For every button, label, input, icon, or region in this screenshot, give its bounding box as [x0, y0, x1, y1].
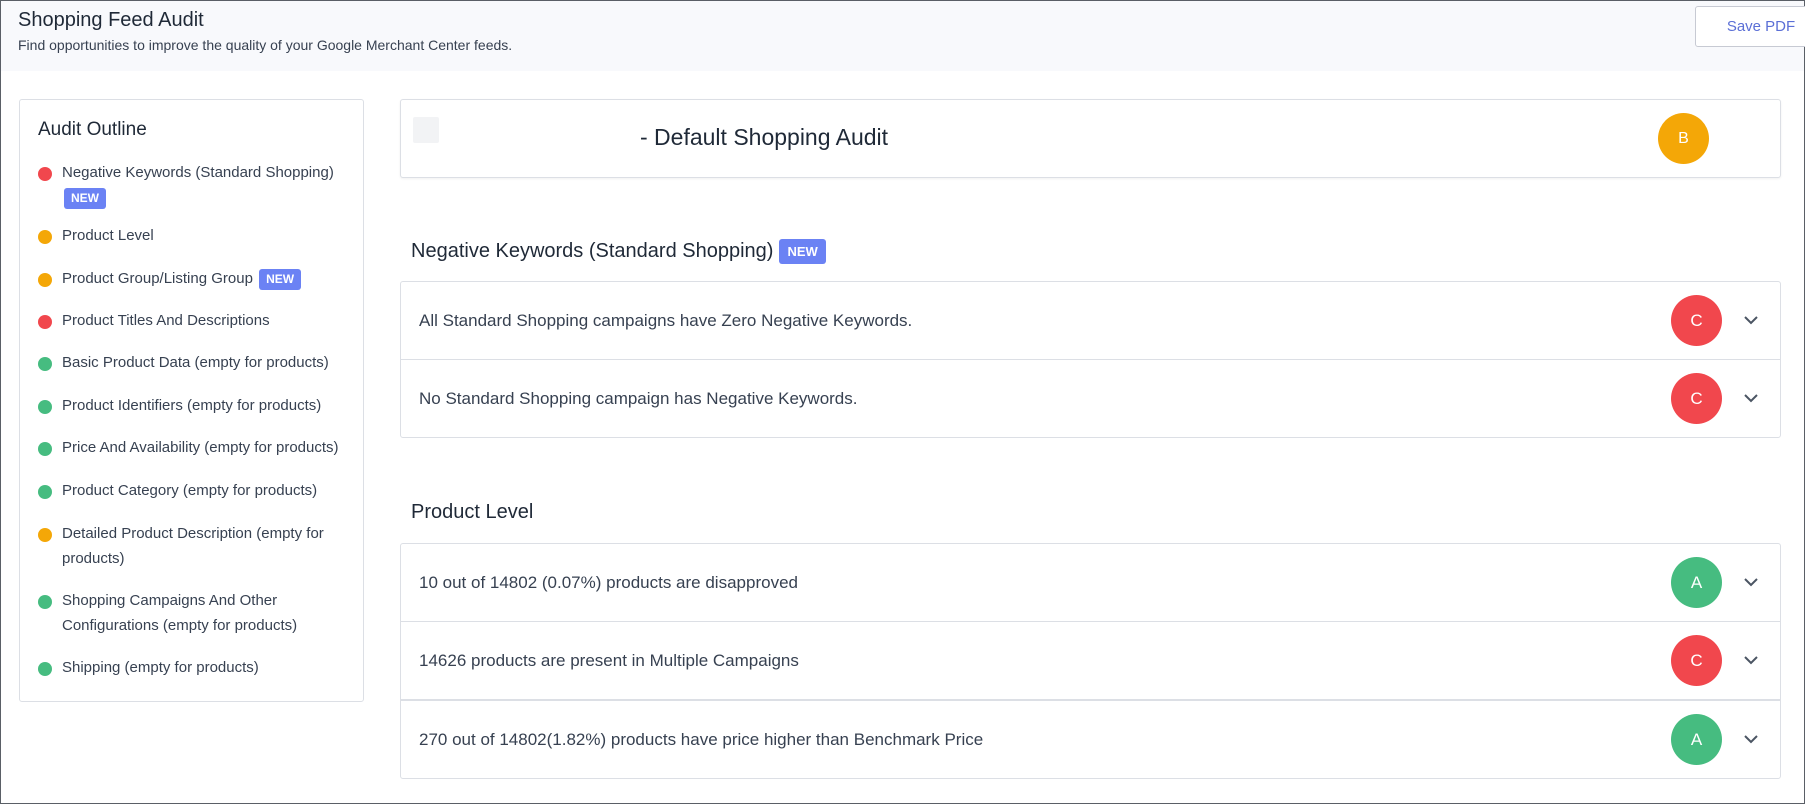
section-title-product-level: Product Level: [411, 501, 533, 524]
section-title-negative-keywords: Negative Keywords (Standard Shopping) NE…: [411, 239, 826, 264]
audit-row[interactable]: 10 out of 14802 (0.07%) products are dis…: [400, 543, 1781, 622]
page-header: Shopping Feed Audit Find opportunities t…: [1, 1, 1805, 71]
audit-row-text: No Standard Shopping campaign has Negati…: [419, 389, 858, 408]
audit-title: - Default Shopping Audit: [640, 124, 889, 150]
outline-item-shipping[interactable]: Shipping (empty for products): [38, 658, 354, 680]
status-dot-icon: [38, 485, 52, 499]
status-dot-icon: [38, 230, 52, 244]
status-dot-icon: [38, 273, 52, 287]
save-pdf-button[interactable]: Save PDF: [1695, 6, 1805, 47]
audit-row[interactable]: 14626 products are present in Multiple C…: [400, 621, 1781, 700]
outline-item-label: Product Category (empty for products): [62, 482, 318, 499]
audit-row-text: 270 out of 14802(1.82%) products have pr…: [419, 730, 984, 749]
outline-item-product-group[interactable]: Product Group/Listing Group NEW: [38, 268, 354, 291]
outline-item-label: Detailed Product Description (empty for …: [62, 525, 324, 567]
outline-item-product-category[interactable]: Product Category (empty for products): [38, 481, 354, 503]
outline-item-product-titles[interactable]: Product Titles And Descriptions: [38, 311, 354, 333]
grade-badge: C: [1671, 295, 1722, 346]
chevron-down-icon[interactable]: [1741, 310, 1761, 330]
status-dot-icon: [38, 167, 52, 181]
outline-item-negative-keywords[interactable]: Negative Keywords (Standard Shopping) NE…: [38, 163, 354, 210]
audit-row[interactable]: No Standard Shopping campaign has Negati…: [400, 359, 1781, 438]
audit-outline-panel: Audit Outline Negative Keywords (Standar…: [19, 99, 364, 702]
outline-item-label: Product Group/Listing Group: [62, 270, 253, 287]
outline-item-label: Product Identifiers (empty for products): [62, 397, 322, 414]
chevron-down-icon[interactable]: [1741, 388, 1761, 408]
outline-item-label: Basic Product Data (empty for products): [62, 354, 329, 371]
audit-row-text: All Standard Shopping campaigns have Zer…: [419, 311, 913, 330]
outline-item-product-level[interactable]: Product Level: [38, 226, 354, 248]
page-subtitle: Find opportunities to improve the qualit…: [18, 37, 513, 53]
new-badge: NEW: [779, 239, 826, 264]
status-dot-icon: [38, 595, 52, 609]
chevron-down-icon[interactable]: [1741, 572, 1761, 592]
audit-summary-card: - Default Shopping Audit B: [400, 99, 1781, 178]
outline-item-detailed-description[interactable]: Detailed Product Description (empty for …: [38, 524, 328, 571]
grade-badge: A: [1671, 714, 1722, 765]
outline-item-product-identifiers[interactable]: Product Identifiers (empty for products): [38, 396, 354, 418]
outline-item-label: Shopping Campaigns And Other Configurati…: [62, 592, 298, 634]
page-title: Shopping Feed Audit: [18, 9, 204, 31]
outline-item-label: Negative Keywords (Standard Shopping): [62, 164, 334, 181]
status-dot-icon: [38, 357, 52, 371]
audit-row-text: 10 out of 14802 (0.07%) products are dis…: [419, 573, 798, 592]
new-badge: NEW: [259, 268, 302, 290]
grade-badge: A: [1671, 557, 1722, 608]
audit-row[interactable]: All Standard Shopping campaigns have Zer…: [400, 281, 1781, 360]
outline-item-shopping-campaigns[interactable]: Shopping Campaigns And Other Configurati…: [38, 591, 318, 638]
section-title-text: Negative Keywords (Standard Shopping): [411, 240, 774, 262]
account-logo-icon: [413, 117, 439, 143]
chevron-down-icon[interactable]: [1741, 650, 1761, 670]
status-dot-icon: [38, 315, 52, 329]
status-dot-icon: [38, 662, 52, 676]
status-dot-icon: [38, 442, 52, 456]
audit-outline-title: Audit Outline: [38, 119, 147, 140]
overall-grade-badge: B: [1658, 113, 1709, 164]
grade-badge: C: [1671, 635, 1722, 686]
outline-item-price-availability[interactable]: Price And Availability (empty for produc…: [38, 438, 354, 460]
status-dot-icon: [38, 400, 52, 414]
audit-row[interactable]: 270 out of 14802(1.82%) products have pr…: [400, 700, 1781, 779]
outline-item-label: Shipping (empty for products): [62, 659, 259, 676]
outline-item-label: Product Titles And Descriptions: [62, 312, 270, 329]
audit-row-text: 14626 products are present in Multiple C…: [419, 651, 799, 670]
new-badge: NEW: [64, 187, 106, 209]
status-dot-icon: [38, 528, 52, 542]
outline-item-label: Product Level: [62, 227, 154, 244]
outline-item-label: Price And Availability (empty for produc…: [62, 439, 339, 456]
chevron-down-icon[interactable]: [1741, 729, 1761, 749]
outline-item-basic-product-data[interactable]: Basic Product Data (empty for products): [38, 353, 354, 375]
grade-badge: C: [1671, 373, 1722, 424]
section-title-text: Product Level: [411, 501, 534, 523]
